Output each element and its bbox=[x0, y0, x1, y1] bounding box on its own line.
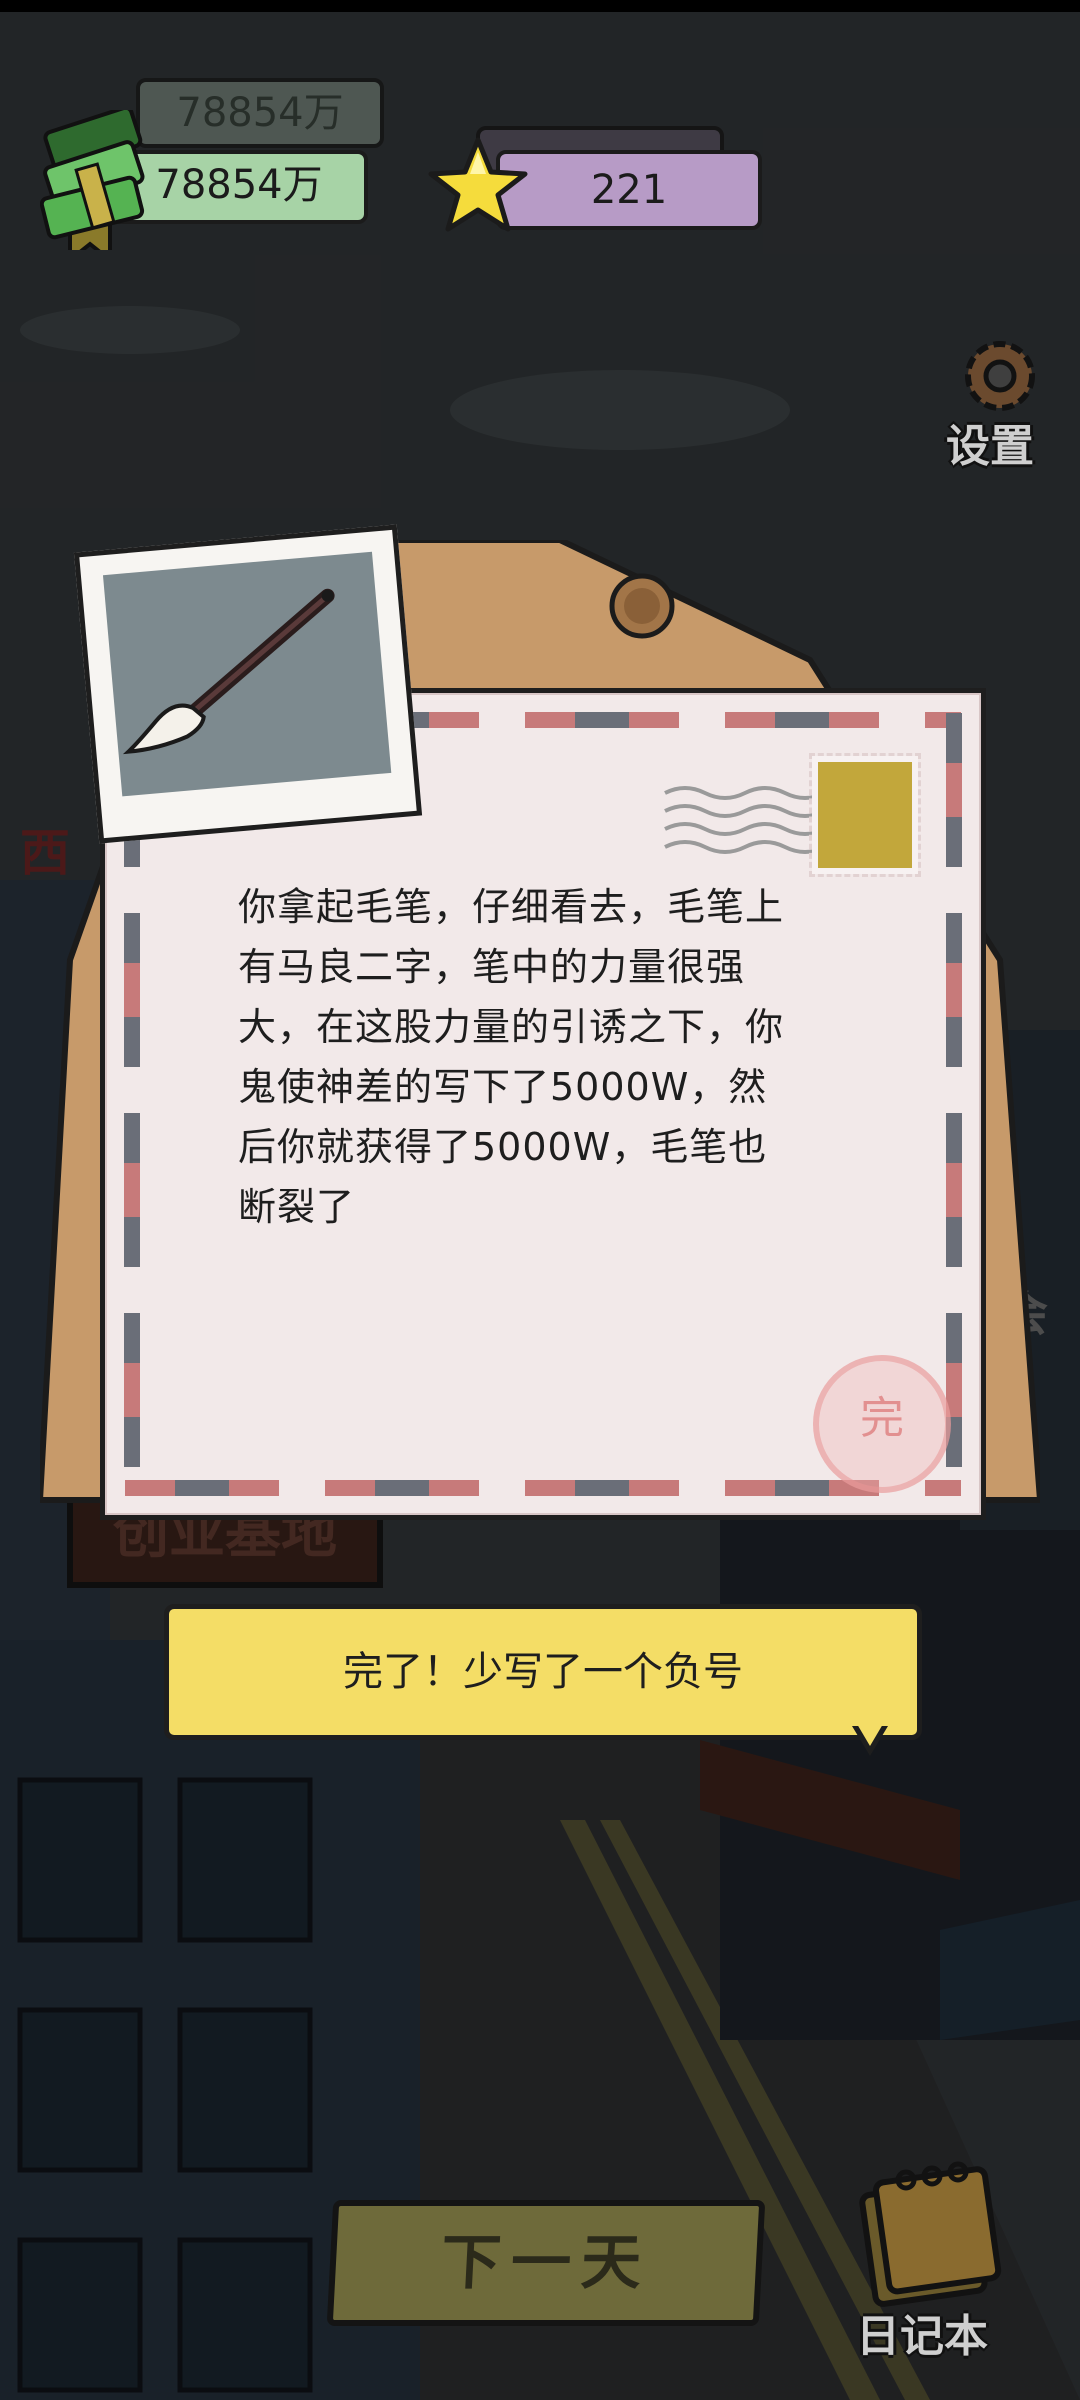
item-photo bbox=[73, 524, 423, 844]
postage-stamp bbox=[809, 753, 921, 877]
star-value: 221 bbox=[590, 167, 668, 213]
letter-line: 断裂了 bbox=[238, 1185, 356, 1229]
letter-line: 后你就获得了5000W，毛笔也 bbox=[238, 1125, 768, 1169]
bubble-tail-fill bbox=[857, 1724, 883, 1746]
diary-label: 日记本 bbox=[856, 2311, 988, 2362]
photo-image bbox=[102, 551, 392, 797]
response-option[interactable]: 完了！少写了一个负号 bbox=[164, 1604, 922, 1740]
money-back-value: 78854万 bbox=[176, 90, 344, 136]
next-day-button[interactable]: 下一天 bbox=[326, 2200, 766, 2326]
response-text: 完了！少写了一个负号 bbox=[343, 1649, 743, 1695]
letter-line: 大，在这股力量的引诱之下，你 bbox=[238, 1005, 785, 1049]
finished-seal: 完 bbox=[813, 1355, 951, 1493]
letter-line: 你拿起毛笔，仔细看去，毛笔上 bbox=[238, 885, 785, 929]
star-counter[interactable]: 221 bbox=[496, 150, 762, 230]
brush-icon bbox=[122, 588, 335, 755]
letter-line: 有马良二字，笔中的力量很强 bbox=[238, 945, 746, 989]
letter-body: 你拿起毛笔，仔细看去，毛笔上 有马良二字，笔中的力量很强 大，在这股力量的引诱之… bbox=[238, 877, 838, 1237]
letter-line: 鬼使神差的写下了5000W，然 bbox=[238, 1065, 768, 1109]
cash-stack-icon bbox=[39, 105, 150, 265]
calendar-icon bbox=[859, 2161, 1002, 2307]
money-value: 78854万 bbox=[155, 162, 323, 208]
star-icon bbox=[426, 134, 530, 238]
money-counter-back: 78854万 bbox=[136, 78, 384, 148]
settings-button[interactable]: 设置 bbox=[930, 330, 1050, 472]
diary-button[interactable]: 日记本 bbox=[832, 2160, 1012, 2362]
next-day-label: 下一天 bbox=[439, 2228, 653, 2298]
settings-label: 设置 bbox=[946, 421, 1034, 472]
